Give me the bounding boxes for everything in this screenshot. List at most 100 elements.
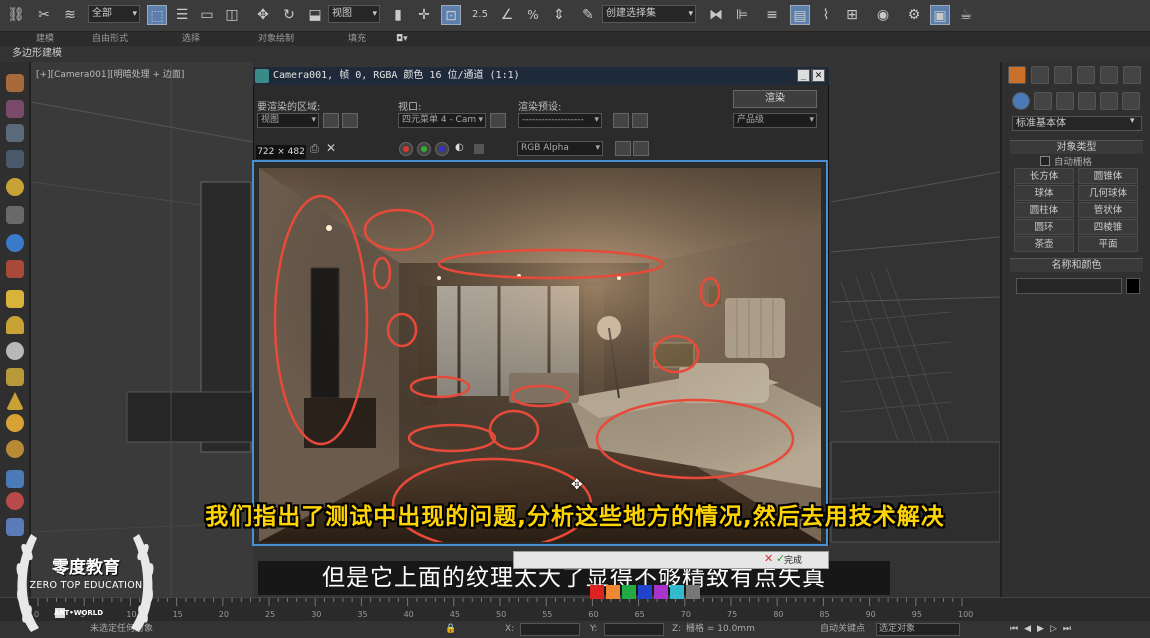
ribbon-tab-freeform[interactable]: 自由形式 xyxy=(92,32,128,46)
keyboard-shortcut-icon[interactable]: ⊡ xyxy=(441,5,461,25)
cone-button[interactable]: 圆锥体 xyxy=(1078,168,1138,184)
tube-button[interactable]: 管状体 xyxy=(1078,202,1138,218)
close-icon[interactable]: ✕ xyxy=(812,69,825,82)
mirror-icon[interactable]: ⧓ xyxy=(706,5,726,25)
material-editor-icon[interactable]: ◉ xyxy=(873,5,893,25)
snap-toggle-icon[interactable]: 2.5 xyxy=(470,5,490,25)
playback-controls[interactable]: ⏮◀▶▷⏭ xyxy=(1010,621,1077,638)
blue-channel-icon[interactable] xyxy=(435,142,449,156)
camera-icon[interactable] xyxy=(6,260,24,278)
percent-snap-icon[interactable]: % xyxy=(523,5,543,25)
sphere-button[interactable]: 球体 xyxy=(1014,185,1074,201)
rect-selection-icon[interactable]: ▭ xyxy=(197,5,217,25)
window-crossing-icon[interactable]: ◫ xyxy=(222,5,242,25)
grid-icon[interactable] xyxy=(6,150,24,168)
ribbon-tab-object-paint[interactable]: 对象绘制 xyxy=(258,32,294,46)
plane-icon[interactable] xyxy=(6,290,24,308)
spacewarps-icon[interactable] xyxy=(1122,92,1140,110)
x-field[interactable] xyxy=(520,623,580,636)
sphere-icon[interactable] xyxy=(6,178,24,196)
globe-icon[interactable] xyxy=(6,234,24,252)
teapot-button[interactable]: 茶壶 xyxy=(1014,236,1074,252)
cameras-icon[interactable] xyxy=(1078,92,1096,110)
snip-cancel-icon[interactable]: ✕ xyxy=(764,552,773,565)
pivot-icon[interactable]: ▮ xyxy=(388,5,408,25)
channel-select[interactable]: RGB Alpha xyxy=(517,141,603,156)
render-teapot-icon[interactable]: ☕ xyxy=(956,5,976,25)
utilities-tab-icon[interactable] xyxy=(1123,66,1141,84)
edit-region-icon[interactable] xyxy=(323,113,339,128)
motion-tab-icon[interactable] xyxy=(1077,66,1095,84)
mono-icon[interactable] xyxy=(474,144,484,154)
torus-button[interactable]: 圆环 xyxy=(1014,219,1074,235)
geometry-icon[interactable] xyxy=(1012,92,1030,110)
object-color-swatch[interactable] xyxy=(1126,278,1140,294)
angle-snap-icon[interactable]: ∠ xyxy=(497,5,517,25)
cone-icon[interactable] xyxy=(6,392,24,410)
edit-named-selection-icon[interactable]: ✎ xyxy=(578,5,598,25)
hemisphere-icon[interactable] xyxy=(6,316,24,334)
ribbon-tab-populate[interactable]: 填充 xyxy=(348,32,366,46)
autogrid-checkbox[interactable] xyxy=(1040,156,1050,166)
toggle-ui-icon[interactable] xyxy=(615,141,631,156)
bind-spacewarp-icon[interactable]: ≋ xyxy=(60,5,80,25)
geosphere-button[interactable]: 几何球体 xyxy=(1078,185,1138,201)
rotate-icon[interactable]: ↻ xyxy=(279,5,299,25)
primitive-category-select[interactable]: 标准基本体 xyxy=(1012,116,1142,131)
object-type-header[interactable]: 对象类型 xyxy=(1010,140,1143,154)
y-field[interactable] xyxy=(604,623,664,636)
render-button[interactable]: 渲染 xyxy=(733,90,817,108)
ribbon-tab-selection[interactable]: 选择 xyxy=(182,32,200,46)
lock-viewport-icon[interactable] xyxy=(490,113,506,128)
chain-icon[interactable] xyxy=(6,206,24,224)
name-color-header[interactable]: 名称和颜色 xyxy=(1010,258,1143,272)
named-selection-select[interactable]: 创建选择集 xyxy=(602,5,696,23)
select-by-name-icon[interactable]: ☰ xyxy=(172,5,192,25)
snip-color-palette[interactable] xyxy=(590,585,705,599)
scale-icon[interactable]: ⬓ xyxy=(305,5,325,25)
toggle-overlay-icon[interactable] xyxy=(633,141,649,156)
snip-done-button[interactable]: 完成 xyxy=(784,553,802,566)
curve-editor-icon[interactable]: ⌇ xyxy=(816,5,836,25)
align-icon[interactable]: ⊫ xyxy=(732,5,752,25)
render-quality-select[interactable]: 产品级 xyxy=(733,113,817,128)
graphite-toggle-icon[interactable]: ▤ xyxy=(790,5,810,25)
modify-tab-icon[interactable] xyxy=(1031,66,1049,84)
red-channel-icon[interactable] xyxy=(399,142,413,156)
light-icon[interactable] xyxy=(6,414,24,432)
area-to-render-select[interactable]: 视图 xyxy=(257,113,319,128)
spinner-snap-icon[interactable]: ⇕ xyxy=(549,5,569,25)
move-icon[interactable]: ✥ xyxy=(253,5,273,25)
render-preset-select[interactable]: ------------------- xyxy=(518,113,602,128)
selection-set-select[interactable]: 选定对象 xyxy=(876,623,960,636)
green-channel-icon[interactable] xyxy=(417,142,431,156)
rendered-frame-icon[interactable]: ▣ xyxy=(930,5,950,25)
teapot-icon[interactable] xyxy=(6,74,24,92)
render-setup-small-icon[interactable] xyxy=(613,113,629,128)
object-name-field[interactable] xyxy=(1016,278,1122,294)
ribbon-tab-modeling[interactable]: 建模 xyxy=(36,32,54,46)
ribbon-options-icon[interactable]: ◘▾ xyxy=(396,32,408,46)
box-button[interactable]: 长方体 xyxy=(1014,168,1074,184)
image-selection-frame[interactable] xyxy=(252,160,828,546)
print-icon[interactable]: ⎙ xyxy=(310,142,319,156)
environment-icon[interactable] xyxy=(632,113,648,128)
lock-icon[interactable]: 🔒 xyxy=(445,621,456,638)
ribbon-subpanel[interactable]: 多边形建模 xyxy=(0,46,1150,62)
snip-confirm-icon[interactable]: ✓ xyxy=(776,552,785,565)
viewport-select[interactable]: 四元菜单 4 - Cam xyxy=(398,113,486,128)
snap-icon[interactable] xyxy=(6,470,24,488)
render-setup-icon[interactable]: ⚙ xyxy=(904,5,924,25)
hierarchy-tab-icon[interactable] xyxy=(1054,66,1072,84)
minimize-icon[interactable]: _ xyxy=(797,69,810,82)
sun-icon[interactable] xyxy=(6,440,24,458)
box-icon[interactable] xyxy=(6,100,24,118)
unlink-icon[interactable]: ✂ xyxy=(34,5,54,25)
layer-manager-icon[interactable]: ≡ xyxy=(762,5,782,25)
shapes-icon[interactable] xyxy=(1034,92,1052,110)
auto-key-button[interactable]: 自动关键点 xyxy=(820,621,865,638)
reference-coord-select[interactable]: 视图 xyxy=(328,5,380,23)
auto-region-icon[interactable] xyxy=(342,113,358,128)
cylinder-button[interactable]: 圆柱体 xyxy=(1014,202,1074,218)
ring-icon[interactable] xyxy=(6,368,24,386)
